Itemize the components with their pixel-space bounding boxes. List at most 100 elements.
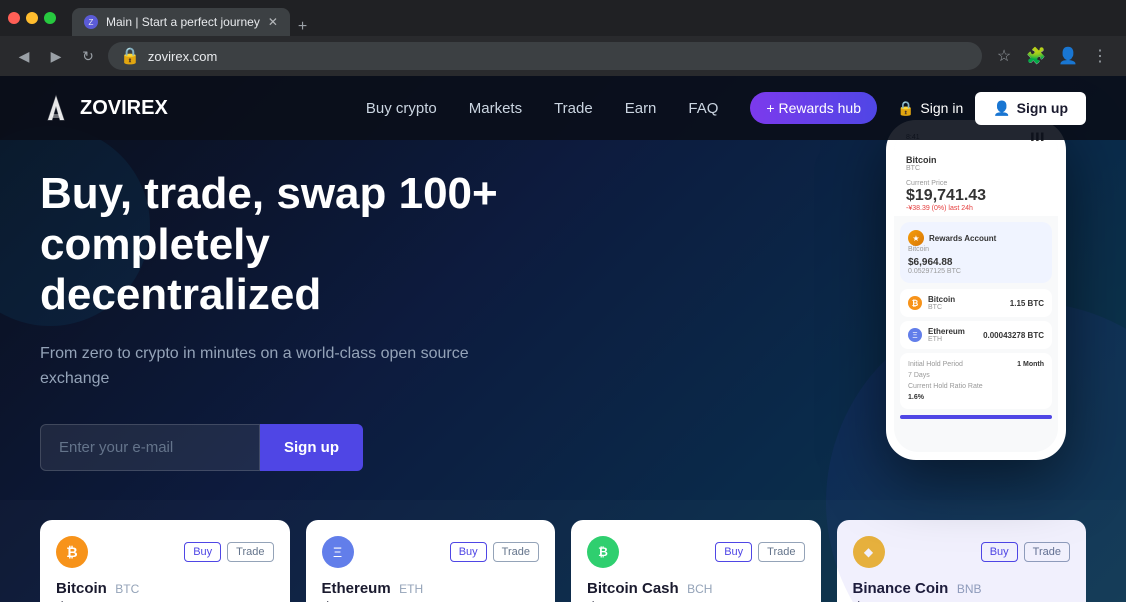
card-header-btc: ₿ Buy Trade [56, 536, 274, 568]
card-actions-eth: Buy Trade [450, 542, 539, 562]
bch-price-row: $515.50 -1.96% [587, 598, 805, 602]
eth-ticker: ETH [399, 582, 423, 596]
extensions-button[interactable]: 🧩 [1022, 42, 1050, 70]
phone-detail-section: Initial Hold Period 1 Month 7 Days Curre… [900, 353, 1052, 409]
btc-buy-button[interactable]: Buy [184, 542, 221, 562]
crypto-card-btc: ₿ Buy Trade Bitcoin BTC $95,533.35 -1.94… [40, 520, 290, 602]
phone-price-change: -¥38.39 (0%) last 24h [906, 205, 1046, 212]
eth-row-ticker: ETH [928, 336, 977, 343]
logo-icon [40, 92, 72, 124]
menu-button[interactable]: ⋮ [1086, 42, 1114, 70]
btc-row-ticker: BTC [928, 304, 1004, 311]
eth-coin-icon: Ξ [908, 328, 922, 342]
card-header-bch: ₿ Buy Trade [587, 536, 805, 568]
sign-in-label: Sign in [920, 100, 963, 116]
toolbar-actions: ☆ 🧩 👤 ⋮ [990, 42, 1114, 70]
nav-link-markets[interactable]: Markets [469, 100, 522, 117]
eth-price: $3,616.99 [322, 598, 420, 602]
sign-in-button[interactable]: 🔒 Sign in [897, 100, 963, 117]
btc-row-name: Bitcoin [928, 295, 1004, 304]
btc-coin-name: Bitcoin BTC [56, 580, 274, 598]
bookmark-button[interactable]: ☆ [990, 42, 1018, 70]
phone-progress-bar [900, 415, 1052, 419]
phone-mockup: 8:41 ▌▌▌ Bitcoin BTC Current Price $19,7… [766, 120, 1066, 520]
phone-rewards-card: ★ Rewards Account Bitcoin $6,964.88 0.05… [900, 222, 1052, 283]
email-input[interactable] [40, 424, 260, 471]
maximize-button[interactable] [44, 12, 56, 24]
bch-coin-name: Bitcoin Cash BCH [587, 580, 805, 598]
eth-name: Ethereum [322, 580, 391, 597]
btc-price: $95,533.35 [56, 598, 166, 602]
close-button[interactable] [8, 12, 20, 24]
eth-buy-button[interactable]: Buy [450, 542, 487, 562]
nav-links: Buy crypto Markets Trade Earn FAQ [366, 100, 719, 117]
bch-ticker: BCH [687, 582, 712, 596]
bch-icon: ₿ [587, 536, 619, 568]
lock-icon: 🔒 [897, 100, 914, 117]
btc-row-amount: 1.15 BTC [1010, 299, 1044, 308]
hold-period-label: Initial Hold Period [908, 361, 963, 368]
phone-price-value: $19,741.43 [906, 187, 1046, 205]
rewards-rate-row: Current Hold Ratio Rate [908, 383, 1044, 390]
rewards-icon: ★ [908, 230, 924, 246]
sign-up-button[interactable]: 👤 Sign up [975, 92, 1086, 125]
logo-text: ZOVIREX [80, 97, 168, 120]
phone-coin-ticker: BTC [906, 165, 1046, 172]
eth-trade-button[interactable]: Trade [493, 542, 539, 562]
navbar: ZOVIREX Buy crypto Markets Trade Earn FA… [0, 76, 1126, 140]
hero-content: Buy, trade, swap 100+ completely decentr… [40, 169, 500, 471]
phone-price-label: Current Price [906, 180, 1046, 187]
bch-buy-button[interactable]: Buy [715, 542, 752, 562]
browser-window-controls [8, 12, 56, 24]
browser-chrome: Z Main | Start a perfect journey ✕ + [0, 0, 1126, 36]
eth-row-name: Ethereum [928, 327, 977, 336]
minimize-button[interactable] [26, 12, 38, 24]
rewards-hub-button[interactable]: + Rewards hub [750, 92, 877, 124]
active-tab[interactable]: Z Main | Start a perfect journey ✕ [72, 8, 290, 36]
btc-trade-button[interactable]: Trade [227, 542, 273, 562]
rewards-rate-label: Current Hold Ratio Rate [908, 383, 983, 390]
nav-link-trade[interactable]: Trade [554, 100, 593, 117]
hero-signup-button[interactable]: Sign up [260, 424, 363, 471]
user-icon: 👤 [993, 100, 1010, 117]
eth-row-amount: 0.00043278 BTC [983, 331, 1044, 340]
tab-favicon: Z [84, 15, 98, 29]
phone-screen: 8:41 ▌▌▌ Bitcoin BTC Current Price $19,7… [894, 128, 1058, 452]
bch-price: $515.50 [587, 598, 667, 602]
card-actions-bch: Buy Trade [715, 542, 804, 562]
logo[interactable]: ZOVIREX [40, 92, 168, 124]
eth-coin-name: Ethereum ETH [322, 580, 540, 598]
hold-days-row: 7 Days [908, 372, 1044, 379]
tab-close-icon[interactable]: ✕ [268, 15, 278, 29]
phone-card-header: ★ Rewards Account [908, 230, 1044, 246]
phone-outer: 8:41 ▌▌▌ Bitcoin BTC Current Price $19,7… [886, 120, 1066, 460]
rewards-title: Rewards Account [929, 234, 996, 243]
hero-section: Buy, trade, swap 100+ completely decentr… [0, 140, 1126, 500]
crypto-card-eth: Ξ Buy Trade Ethereum ETH $3,616.99 -2.83… [306, 520, 556, 602]
crypto-card-bch: ₿ Buy Trade Bitcoin Cash BCH $515.50 -1.… [571, 520, 821, 602]
nav-link-faq[interactable]: FAQ [688, 100, 718, 117]
hero-subtitle: From zero to crypto in minutes on a worl… [40, 341, 500, 392]
profile-button[interactable]: 👤 [1054, 42, 1082, 70]
bch-name: Bitcoin Cash [587, 580, 679, 597]
bch-trade-button[interactable]: Trade [758, 542, 804, 562]
rewards-currency: Bitcoin [908, 246, 1044, 253]
nav-link-earn[interactable]: Earn [625, 100, 657, 117]
btc-coin-icon: ₿ [908, 296, 922, 310]
phone-coin-name: Bitcoin [906, 155, 1046, 165]
phone-eth-row: Ξ Ethereum ETH 0.00043278 BTC [900, 321, 1052, 349]
back-button[interactable]: ◀ [12, 44, 36, 68]
btc-icon: ₿ [56, 536, 88, 568]
btc-ticker: BTC [115, 582, 139, 596]
browser-toolbar: ◀ ▶ ↻ 🔒 zovirex.com ☆ 🧩 👤 ⋮ [0, 36, 1126, 76]
hero-title: Buy, trade, swap 100+ completely decentr… [40, 169, 500, 321]
sign-up-label: Sign up [1017, 100, 1068, 116]
rewards-rate-value: 1.6% [908, 394, 1044, 401]
eth-row-text: Ethereum ETH [928, 327, 977, 343]
new-tab-button[interactable]: + [290, 18, 315, 36]
card-header-eth: Ξ Buy Trade [322, 536, 540, 568]
nav-link-buy-crypto[interactable]: Buy crypto [366, 100, 437, 117]
refresh-button[interactable]: ↻ [76, 44, 100, 68]
address-bar[interactable]: 🔒 zovirex.com [108, 42, 982, 70]
forward-button[interactable]: ▶ [44, 44, 68, 68]
